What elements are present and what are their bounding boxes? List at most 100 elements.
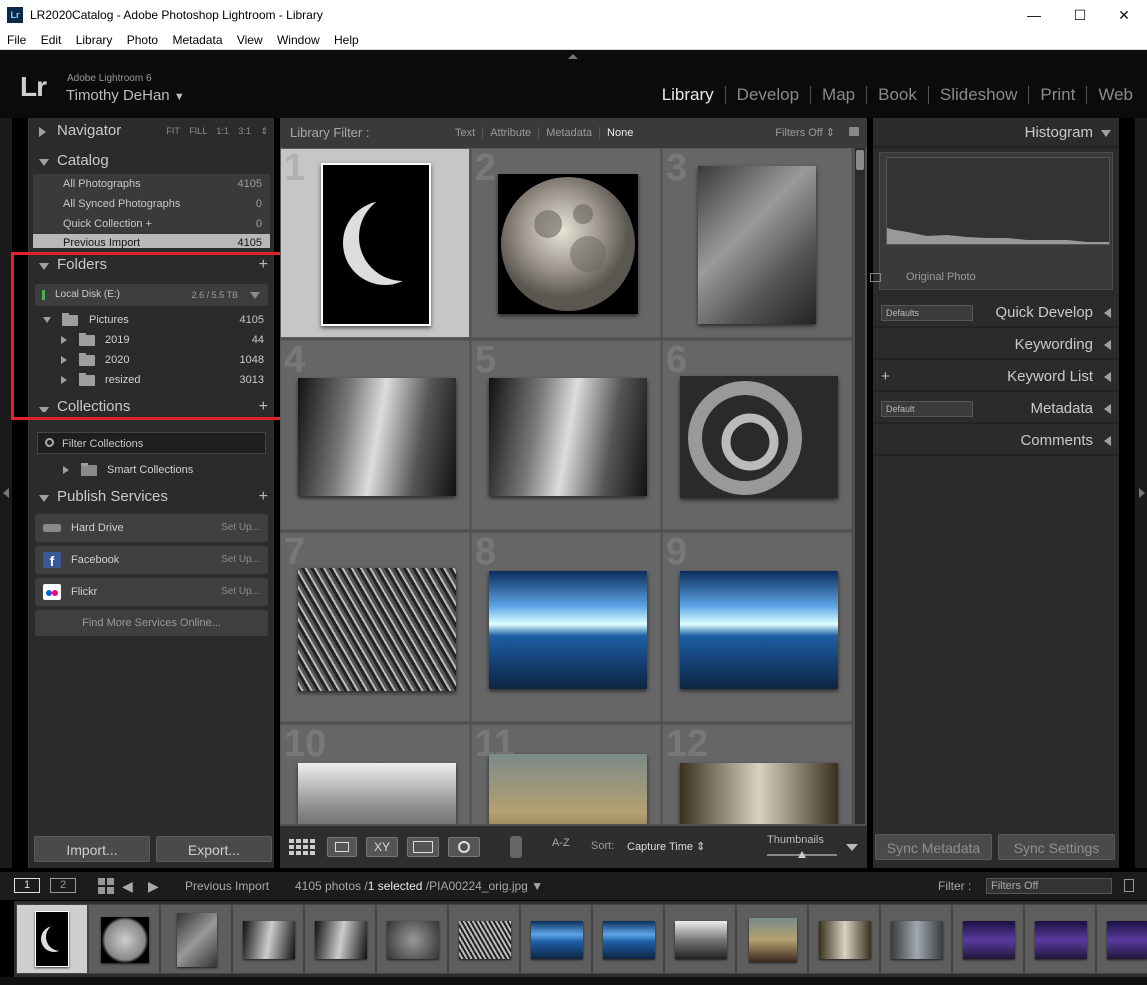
photo-thumbnail[interactable] [680, 763, 838, 824]
grid-view-icon[interactable] [288, 837, 318, 857]
module-book[interactable]: Book [867, 86, 929, 104]
setup-button[interactable]: Set Up... [221, 546, 260, 574]
publish-hard-drive[interactable]: Hard Drive Set Up... [35, 514, 268, 542]
filmstrip-thumbnail[interactable] [675, 921, 727, 959]
selected-file[interactable]: /PIA00224_orig.jpg ▼ [426, 879, 543, 893]
catalog-header[interactable]: Catalog [29, 148, 274, 174]
filmstrip-thumbnail[interactable] [1035, 921, 1087, 959]
filmstrip-cell[interactable] [808, 904, 880, 974]
grid-cell[interactable]: 3 [662, 148, 852, 338]
photo-thumbnail[interactable] [321, 163, 447, 326]
filmstrip-cell[interactable] [304, 904, 376, 974]
grid-shortcut-icon[interactable] [98, 878, 114, 897]
menu-view[interactable]: View [230, 30, 267, 47]
photo-thumbnail[interactable] [489, 754, 647, 824]
expand-keyword-list-icon[interactable] [1104, 372, 1111, 382]
metadata-preset-select[interactable]: Default [881, 401, 973, 417]
filmstrip-thumbnail[interactable] [819, 921, 871, 959]
catalog-item-all-photographs[interactable]: All Photographs 4105 [33, 174, 270, 194]
filmstrip-cell[interactable] [232, 904, 304, 974]
module-slideshow[interactable]: Slideshow [929, 86, 1030, 104]
filmstrip-thumbnail[interactable] [243, 921, 295, 959]
minimize-icon[interactable]: — [1011, 0, 1057, 30]
filmstrip-thumbnail[interactable] [35, 911, 74, 967]
photo-thumbnail[interactable] [489, 378, 647, 496]
menu-library[interactable]: Library [69, 30, 117, 47]
menu-edit[interactable]: Edit [34, 30, 66, 47]
expand-smart-collections-icon[interactable] [63, 466, 69, 474]
module-library[interactable]: Library [651, 86, 726, 104]
back-arrow-icon[interactable]: ◀ [122, 878, 133, 895]
keyword-list-header[interactable]: + Keyword List [873, 362, 1119, 392]
photo-thumbnail[interactable] [498, 174, 638, 314]
smart-collections[interactable]: Smart Collections [29, 460, 274, 480]
setup-button[interactable]: Set Up... [221, 514, 260, 542]
filmstrip-thumbnail[interactable] [387, 921, 439, 959]
expand-metadata-icon[interactable] [1104, 404, 1111, 414]
sort-direction-icon[interactable]: A-Z [552, 837, 570, 849]
collapse-publish-icon[interactable] [39, 495, 49, 502]
loupe-view-icon[interactable] [327, 837, 357, 857]
identity-user[interactable]: Timothy DeHan ▼ [66, 87, 185, 104]
collapse-right-icon[interactable] [1139, 488, 1145, 498]
slider-knob[interactable] [798, 851, 806, 858]
collapse-histogram-icon[interactable] [1101, 130, 1111, 137]
filmstrip-cell[interactable] [160, 904, 232, 974]
maximize-icon[interactable]: ☐ [1057, 0, 1103, 30]
filmstrip-thumbnail[interactable] [1107, 921, 1147, 959]
filter-switch-icon[interactable] [1124, 879, 1134, 892]
histogram-header[interactable]: Histogram [873, 118, 1119, 148]
close-icon[interactable]: ✕ [1101, 0, 1147, 30]
filmstrip-cell[interactable] [664, 904, 736, 974]
painter-icon[interactable] [510, 836, 522, 858]
catalog-item-all-synced[interactable]: All Synced Photographs 0 [33, 194, 270, 214]
filter-collections-input[interactable]: Filter Collections [37, 432, 266, 454]
add-publish-service-icon[interactable]: + [259, 484, 268, 510]
module-web[interactable]: Web [1087, 86, 1147, 104]
filmstrip-source[interactable]: Previous Import [185, 879, 269, 893]
grid-cell[interactable]: 12 [662, 723, 852, 824]
filter-metadata[interactable]: Metadata [538, 127, 600, 139]
sync-settings-button[interactable]: Sync Settings [998, 834, 1115, 860]
find-more-services-button[interactable]: Find More Services Online... [35, 610, 268, 636]
filmstrip-cell[interactable] [736, 904, 808, 974]
filters-off-dropdown[interactable]: Filters Off ⇕ [775, 118, 835, 148]
user-menu-caret-icon[interactable]: ▼ [174, 91, 185, 103]
scrollbar-thumb[interactable] [856, 150, 864, 170]
filmstrip-thumbnail[interactable] [315, 921, 367, 959]
secondary-window-button[interactable]: 2 [50, 878, 76, 893]
quick-develop-header[interactable]: Defaults Quick Develop [873, 298, 1119, 328]
grid-cell[interactable]: 4 [280, 339, 470, 530]
filmstrip-thumbnail[interactable] [177, 913, 217, 967]
photo-thumbnail[interactable] [298, 378, 456, 496]
zoom-1-1[interactable]: 1:1 [216, 126, 229, 136]
collapse-left-icon[interactable] [3, 488, 9, 498]
right-panel-edge[interactable] [1135, 118, 1147, 868]
photo-thumbnail[interactable] [698, 166, 816, 324]
grid-cell[interactable]: 8 [471, 531, 661, 722]
filmstrip-cell[interactable] [376, 904, 448, 974]
grid-cell[interactable]: 10 [280, 723, 470, 824]
grid-cell[interactable]: 2 [471, 148, 661, 338]
export-button[interactable]: Export... [156, 836, 272, 862]
add-keyword-icon[interactable]: + [881, 362, 890, 392]
expand-keywording-icon[interactable] [1104, 340, 1111, 350]
filmstrip-thumbnail[interactable] [963, 921, 1015, 959]
left-panel-edge[interactable] [0, 118, 12, 868]
filmstrip-thumbnail[interactable] [603, 921, 655, 959]
photo-thumbnail[interactable] [489, 571, 647, 689]
sync-metadata-button[interactable]: Sync Metadata [875, 834, 992, 860]
filmstrip-thumbnail[interactable] [459, 921, 511, 959]
filmstrip-cell[interactable] [880, 904, 952, 974]
original-photo-toggle[interactable]: Original Photo [870, 271, 976, 283]
menu-window[interactable]: Window [270, 30, 324, 47]
menu-help[interactable]: Help [327, 30, 363, 47]
filmstrip-thumbnail[interactable] [891, 921, 943, 959]
menu-photo[interactable]: Photo [120, 30, 162, 47]
zoom-menu-caret-icon[interactable]: ⇕ [260, 126, 268, 136]
publish-facebook[interactable]: f Facebook Set Up... [35, 546, 268, 574]
module-map[interactable]: Map [811, 86, 868, 104]
expand-quick-develop-icon[interactable] [1104, 308, 1111, 318]
filmstrip-cell[interactable] [448, 904, 520, 974]
photo-thumbnail[interactable] [298, 763, 456, 824]
